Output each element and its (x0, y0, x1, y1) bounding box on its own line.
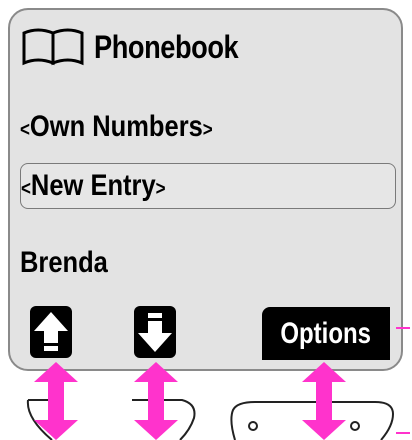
menu-item-label: Own Numbers (29, 110, 203, 143)
pointer-line (396, 327, 410, 329)
book-icon (22, 28, 84, 66)
angle-close: > (202, 119, 213, 141)
arrow-down-icon (138, 313, 172, 352)
angle-open: < (21, 178, 31, 200)
angle-open: < (20, 119, 30, 141)
options-softkey[interactable]: Options (262, 307, 390, 360)
pointer-arrow-options-key (302, 362, 346, 440)
phone-device: Phonebook <Own Numbers> <New Entry> Bren… (0, 0, 412, 440)
header: Phonebook (20, 22, 264, 72)
angle-close: > (155, 178, 166, 200)
pointer-arrow-up-key (34, 362, 78, 440)
options-label: Options (280, 316, 372, 350)
menu-item-label: New Entry (30, 169, 156, 202)
softkey-up[interactable] (30, 306, 72, 358)
menu-item-new-entry[interactable]: <New Entry> (20, 163, 396, 209)
contact-name: Brenda (20, 246, 108, 279)
arrow-up-icon (34, 312, 68, 351)
page-title: Phonebook (94, 28, 239, 65)
menu-item-own-numbers[interactable]: <Own Numbers> (20, 104, 247, 150)
softkey-down[interactable] (134, 306, 176, 358)
list-item-contact[interactable]: Brenda (20, 240, 123, 286)
pointer-arrow-down-key (134, 362, 178, 440)
